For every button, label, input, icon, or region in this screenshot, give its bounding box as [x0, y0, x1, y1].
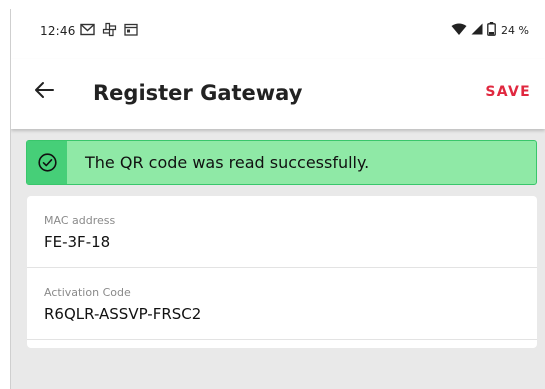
activation-code-value[interactable]: R6QLR-ASSVP-FRSC2 [44, 305, 201, 323]
phone-screen: 12:46 24 % Register Gateway SAVE The QR … [10, 9, 545, 389]
signal-icon [471, 23, 483, 38]
pinwheel-icon [102, 22, 117, 40]
calendar-icon [124, 23, 138, 39]
arrow-back-icon [33, 82, 55, 105]
page-title: Register Gateway [93, 81, 303, 105]
mac-address-label: MAC address [44, 214, 116, 227]
status-bar: 12:46 24 % [11, 9, 545, 59]
mac-address-field[interactable]: MAC address FE-3F-18 [27, 196, 537, 268]
wifi-icon [451, 23, 467, 38]
success-banner: The QR code was read successfully. [26, 140, 537, 185]
system-icons: 24 % [451, 22, 529, 39]
status-time: 12:46 [40, 24, 76, 38]
banner-icon-cell [27, 141, 67, 184]
battery-percent: 24 % [501, 24, 529, 37]
divider [27, 339, 537, 340]
check-circle-icon [38, 153, 57, 176]
gmail-icon [80, 23, 95, 39]
save-button[interactable]: SAVE [485, 84, 531, 100]
activation-code-label: Activation Code [44, 286, 131, 299]
gateway-form-card: MAC address FE-3F-18 Activation Code R6Q… [27, 196, 537, 348]
activation-code-field[interactable]: Activation Code R6QLR-ASSVP-FRSC2 [27, 268, 537, 340]
battery-icon [487, 22, 496, 39]
notification-icons [80, 22, 138, 40]
back-button[interactable] [33, 79, 63, 109]
app-bar: Register Gateway SAVE [11, 59, 545, 129]
banner-message: The QR code was read successfully. [85, 153, 370, 172]
mac-address-value[interactable]: FE-3F-18 [44, 233, 110, 251]
